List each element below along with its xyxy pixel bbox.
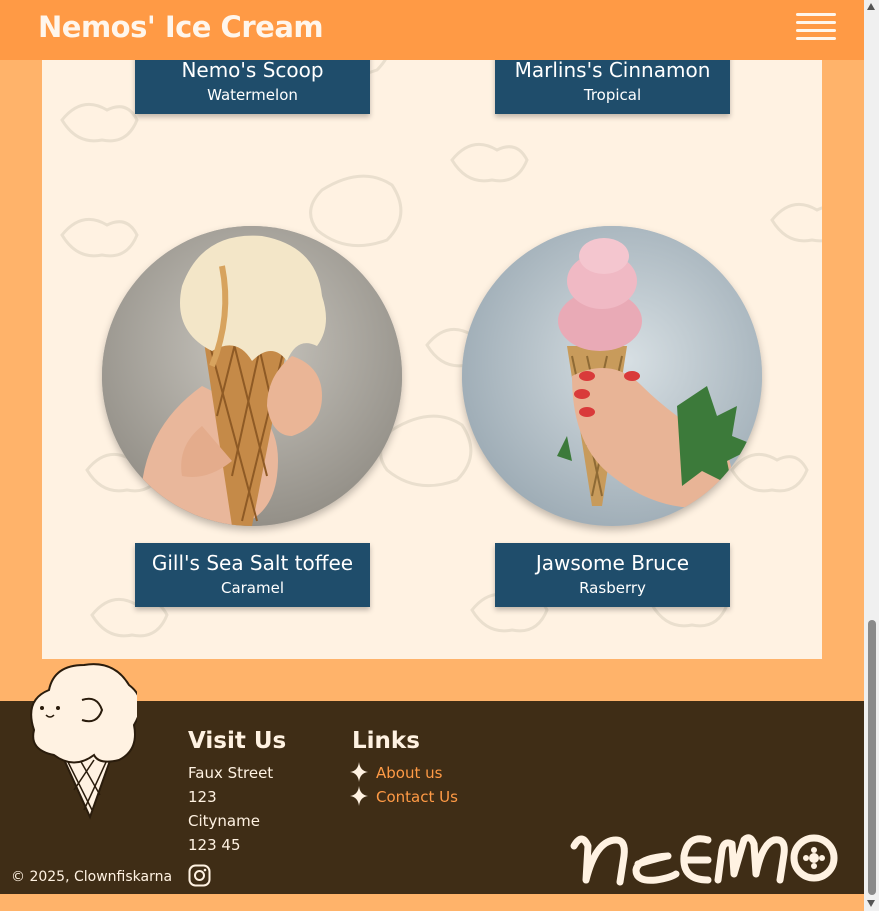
product-flavor: Rasberry: [579, 579, 646, 597]
hamburger-menu-icon[interactable]: [794, 11, 838, 45]
site-title[interactable]: Nemos' Ice Cream: [38, 10, 324, 44]
scroll-down-icon[interactable]: [867, 900, 875, 907]
contact-us-link[interactable]: Contact Us: [376, 788, 458, 806]
scroll-up-icon[interactable]: [867, 3, 875, 10]
page: Nemo's Scoop Watermelon Marlins's Cinnam…: [0, 0, 864, 911]
product-flavor: Tropical: [583, 86, 642, 104]
about-us-link[interactable]: About us: [376, 764, 442, 782]
product-name: Nemo's Scoop: [181, 58, 324, 82]
ice-cream-mascot-icon: [30, 663, 137, 820]
product-card-label[interactable]: Jawsome Bruce Rasberry: [495, 543, 730, 607]
product-photo-caramel-cone[interactable]: [102, 226, 402, 526]
instagram-icon[interactable]: [188, 864, 211, 887]
address-line: Faux Street: [188, 764, 274, 782]
product-flavor: Watermelon: [207, 86, 298, 104]
product-flavor: Caramel: [220, 579, 285, 597]
ice-cream-cone-image: [462, 226, 762, 526]
product-photo-strawberry-cone[interactable]: [462, 226, 762, 526]
product-name: Marlins's Cinnamon: [514, 58, 711, 82]
sparkle-icon: [350, 762, 368, 782]
vertical-scrollbar[interactable]: [864, 0, 879, 911]
links-heading: Links: [352, 728, 420, 754]
address-line: Cityname: [188, 812, 260, 830]
site-header: Nemos' Ice Cream: [0, 0, 864, 60]
copyright-text: © 2025, Clownfiskarna: [11, 869, 173, 885]
visit-us-heading: Visit Us: [188, 728, 287, 754]
product-card-label[interactable]: Gill's Sea Salt toffee Caramel: [135, 543, 370, 607]
product-name: Jawsome Bruce: [535, 551, 690, 575]
ice-cream-cone-image: [102, 226, 402, 526]
sparkle-icon: [350, 786, 368, 806]
address-line: 123: [188, 788, 217, 806]
address-line: 123 45: [188, 836, 241, 854]
product-name: Gill's Sea Salt toffee: [151, 551, 354, 575]
nemo-logo: [570, 834, 838, 886]
scroll-thumb[interactable]: [868, 620, 876, 895]
product-section: Nemo's Scoop Watermelon Marlins's Cinnam…: [42, 0, 822, 659]
